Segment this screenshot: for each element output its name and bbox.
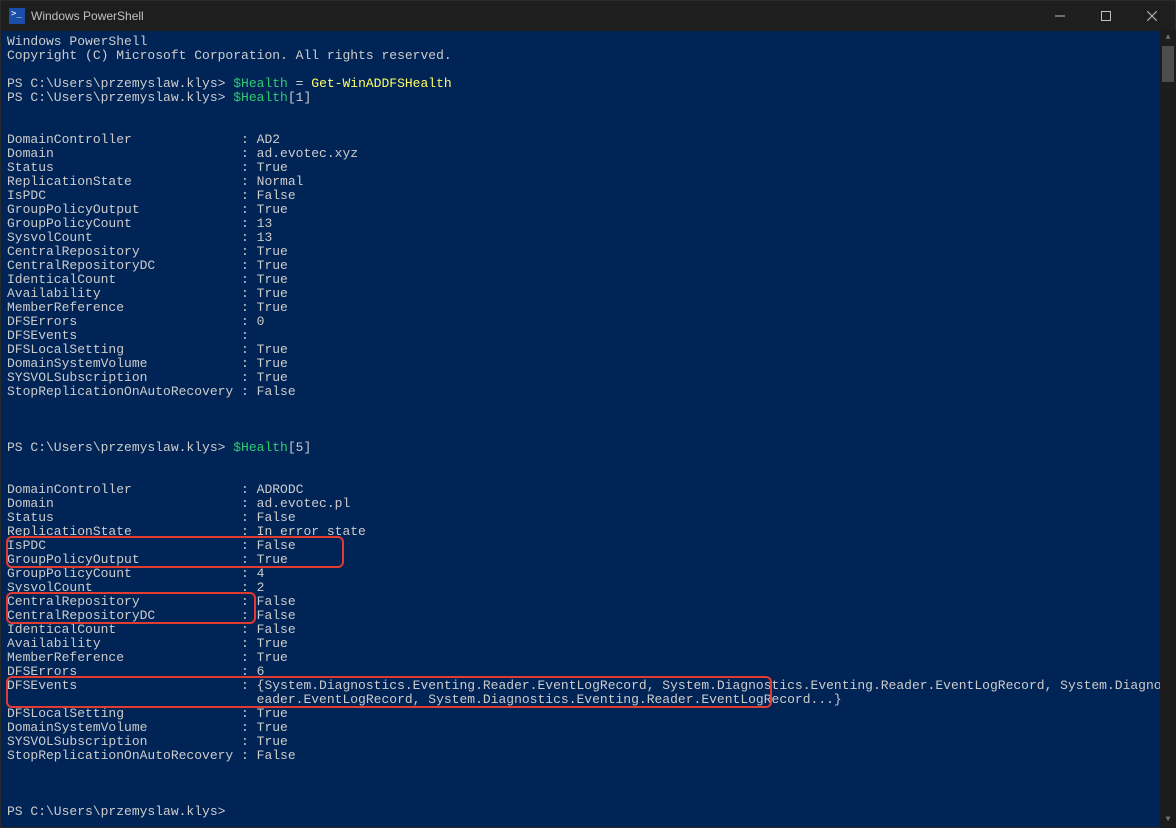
minimize-button[interactable] xyxy=(1037,1,1083,31)
maximize-button[interactable] xyxy=(1083,1,1129,31)
window-title: Windows PowerShell xyxy=(31,9,144,23)
powershell-window: Windows PowerShell Windows PowerShell Co… xyxy=(0,0,1176,828)
terminal-output[interactable]: Windows PowerShell Copyright (C) Microso… xyxy=(1,31,1175,827)
scroll-up-arrow[interactable]: ▲ xyxy=(1160,30,1176,46)
scroll-down-arrow[interactable]: ▼ xyxy=(1160,812,1176,828)
close-button[interactable] xyxy=(1129,1,1175,31)
vertical-scrollbar[interactable]: ▲ ▼ xyxy=(1160,30,1176,828)
scrollbar-thumb[interactable] xyxy=(1162,46,1174,82)
powershell-icon xyxy=(9,8,25,24)
titlebar[interactable]: Windows PowerShell xyxy=(1,1,1175,31)
